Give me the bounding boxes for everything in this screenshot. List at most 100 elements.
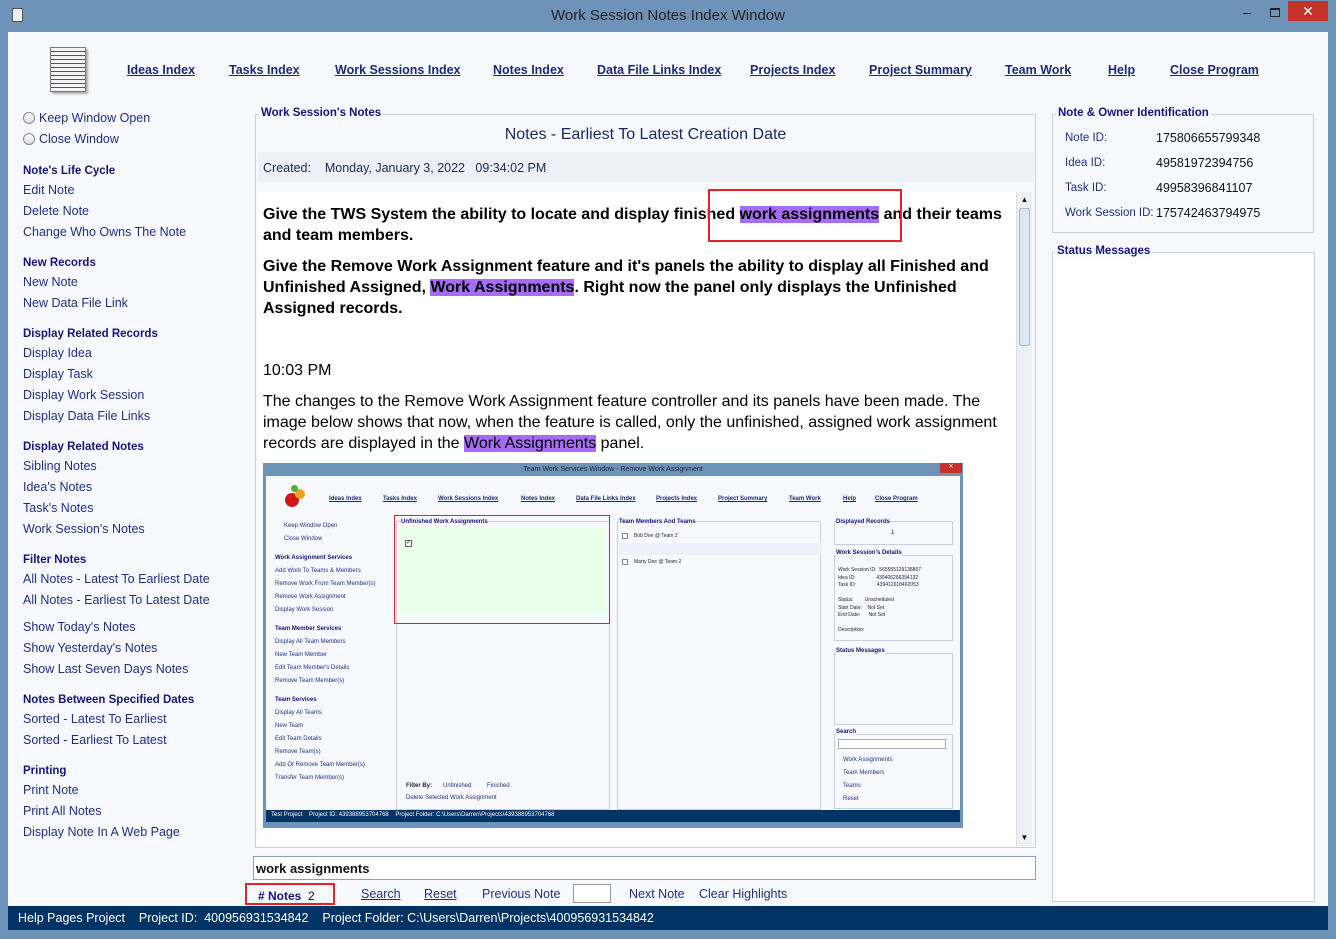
embedded-delete: Delete Selected Work Assignment (406, 795, 497, 801)
status-bar: Help Pages Project Project ID: 400956931… (8, 906, 1328, 930)
embedded-filter-unfinished: Unfinished (443, 783, 472, 789)
sidebar-item-sibling-notes[interactable]: Sibling Notes (23, 459, 97, 473)
note-number-input[interactable] (573, 884, 611, 903)
menu-project-summary[interactable]: Project Summary (869, 63, 972, 77)
id-label: Task ID: (1065, 182, 1107, 194)
status-project-folder: Project Folder: C:\Users\Darren\Projects… (322, 911, 654, 925)
embedded-link: Remove Work Assignment (275, 594, 346, 600)
sidebar-item-display-work-session[interactable]: Display Work Session (23, 388, 144, 402)
embedded-logo (291, 485, 298, 492)
maximize-button[interactable] (1262, 4, 1288, 22)
highlight-annotation-box (708, 189, 902, 242)
created-row: Created: Monday, January 3, 2022 09:34:0… (258, 152, 1034, 182)
embedded-header: Team Services (275, 697, 317, 703)
status-project: Help Pages Project (18, 911, 126, 925)
sidebar-item-show-yesterday-s-notes[interactable]: Show Yesterday's Notes (23, 641, 157, 655)
embedded-menu-item: Help (843, 496, 857, 502)
note-time: 10:03 PM (263, 362, 332, 379)
menu-data-file-links-index[interactable]: Data File Links Index (597, 63, 721, 77)
embedded-menu-item: Tasks Index (383, 496, 417, 502)
embedded-annotation-box (394, 515, 610, 624)
sidebar-item-delete-note[interactable]: Delete Note (23, 204, 89, 218)
sidebar-item-all-notes-earliest-to-latest-date[interactable]: All Notes - Earliest To Latest Date (23, 593, 210, 607)
scroll-thumb[interactable] (1019, 208, 1030, 346)
next-note-button[interactable]: Next Note (629, 887, 685, 901)
reset-button[interactable]: Reset (424, 887, 457, 901)
embedded-link: New Team (275, 723, 304, 729)
radio-keep-window-open[interactable]: Keep Window Open (23, 111, 150, 125)
radio-button-icon[interactable] (23, 133, 35, 145)
sidebar-item-display-idea[interactable]: Display Idea (23, 346, 92, 360)
menu-ideas-index[interactable]: Ideas Index (127, 63, 195, 77)
embedded-screenshot: Team Work Services Window - Remove Work … (263, 463, 963, 828)
sidebar-item-sorted-latest-to-earliest[interactable]: Sorted - Latest To Earliest (23, 712, 167, 726)
sidebar-item-change-who-owns-the-note[interactable]: Change Who Owns The Note (23, 225, 186, 239)
vertical-scrollbar[interactable]: ▲ ▼ (1016, 192, 1032, 846)
embedded-link: Remove Team Member(s) (275, 678, 345, 684)
id-label: Work Session ID: (1065, 207, 1154, 219)
notes-count-box: # Notes 2 (245, 883, 335, 905)
minimize-button[interactable]: – (1234, 4, 1260, 22)
embedded-menu-item: Team Work (789, 496, 821, 502)
sidebar-item-task-s-notes[interactable]: Task's Notes (23, 501, 93, 515)
sidebar-item-print-all-notes[interactable]: Print All Notes (23, 804, 102, 818)
notes-count-value: 2 (308, 889, 315, 903)
sidebar-header: Display Related Notes (23, 441, 144, 453)
search-button[interactable]: Search (361, 887, 401, 901)
menu-projects-index[interactable]: Projects Index (750, 63, 835, 77)
id-value: 175806655799348 (1156, 131, 1261, 145)
previous-note-button[interactable]: Previous Note (482, 887, 561, 901)
close-button[interactable]: ✕ (1288, 1, 1328, 21)
sidebar-item-sorted-earliest-to-latest[interactable]: Sorted - Earliest To Latest (23, 733, 167, 747)
title-bar: Work Session Notes Index Window – ✕ (0, 0, 1336, 32)
search-highlight: Work Assignments (430, 279, 575, 296)
menu-notes-index[interactable]: Notes Index (493, 63, 564, 77)
created-label: Created: (263, 161, 311, 175)
embedded-legend: Displayed Records (836, 519, 891, 525)
search-input[interactable] (253, 856, 1036, 880)
sidebar-item-work-session-s-notes[interactable]: Work Session's Notes (23, 522, 145, 536)
created-value: Monday, January 3, 2022 09:34:02 PM (324, 161, 547, 175)
sidebar-item-new-note[interactable]: New Note (23, 275, 78, 289)
scroll-down-button[interactable]: ▼ (1017, 830, 1032, 846)
sidebar-item-display-note-in-a-web-page[interactable]: Display Note In A Web Page (23, 825, 180, 839)
embedded-radio: Keep Window Open (284, 523, 338, 529)
sidebar-item-new-data-file-link[interactable]: New Data File Link (23, 296, 128, 310)
embedded-filter-finished: Finished (487, 783, 510, 789)
embedded-details-box (834, 555, 953, 641)
sidebar-item-display-task[interactable]: Display Task (23, 367, 93, 381)
sidebar-header: Note's Life Cycle (23, 165, 116, 177)
clear-highlights-button[interactable]: Clear Highlights (699, 887, 787, 901)
embedded-link: Edit Team Details (275, 736, 322, 742)
embedded-menu-item: Work Sessions Index (438, 496, 499, 502)
radio-button-icon[interactable] (23, 112, 35, 124)
scroll-up-button[interactable]: ▲ (1017, 192, 1032, 208)
window-title: Work Session Notes Index Window (551, 7, 785, 24)
sidebar-header: Filter Notes (23, 554, 87, 566)
sidebar-item-idea-s-notes[interactable]: Idea's Notes (23, 480, 92, 494)
menu-tasks-index[interactable]: Tasks Index (229, 63, 300, 77)
menu-team-work[interactable]: Team Work (1005, 63, 1071, 77)
search-highlight: Work Assignments (464, 435, 597, 452)
embedded-checkbox: ✓ (405, 540, 412, 547)
radio-label: Keep Window Open (39, 111, 151, 125)
menu-close-program[interactable]: Close Program (1170, 63, 1259, 77)
sidebar-item-all-notes-latest-to-earliest-date[interactable]: All Notes - Latest To Earliest Date (23, 572, 210, 586)
embedded-close: ✕ (940, 463, 962, 473)
id-label: Idea ID: (1065, 157, 1106, 169)
menu-help[interactable]: Help (1108, 63, 1135, 77)
id-value: 49958396841107 (1156, 181, 1253, 195)
radio-close-window[interactable]: Close Window (23, 132, 119, 146)
status-project-id: Project ID: 400956931534842 (138, 911, 309, 925)
embedded-search-input (838, 739, 946, 749)
notes-panel-legend: Work Session's Notes (259, 107, 384, 119)
embedded-header: Team Member Services (275, 626, 342, 632)
sidebar-item-edit-note[interactable]: Edit Note (23, 183, 74, 197)
sidebar-item-show-last-seven-days-notes[interactable]: Show Last Seven Days Notes (23, 662, 188, 676)
sidebar-item-display-data-file-links[interactable]: Display Data File Links (23, 409, 150, 423)
sidebar-item-show-today-s-notes[interactable]: Show Today's Notes (23, 620, 136, 634)
menu-work-sessions-index[interactable]: Work Sessions Index (335, 63, 461, 77)
embedded-legend: Team Members And Teams (619, 519, 696, 525)
sidebar-item-print-note[interactable]: Print Note (23, 783, 79, 797)
embedded-menu-item: Notes Index (521, 496, 556, 502)
